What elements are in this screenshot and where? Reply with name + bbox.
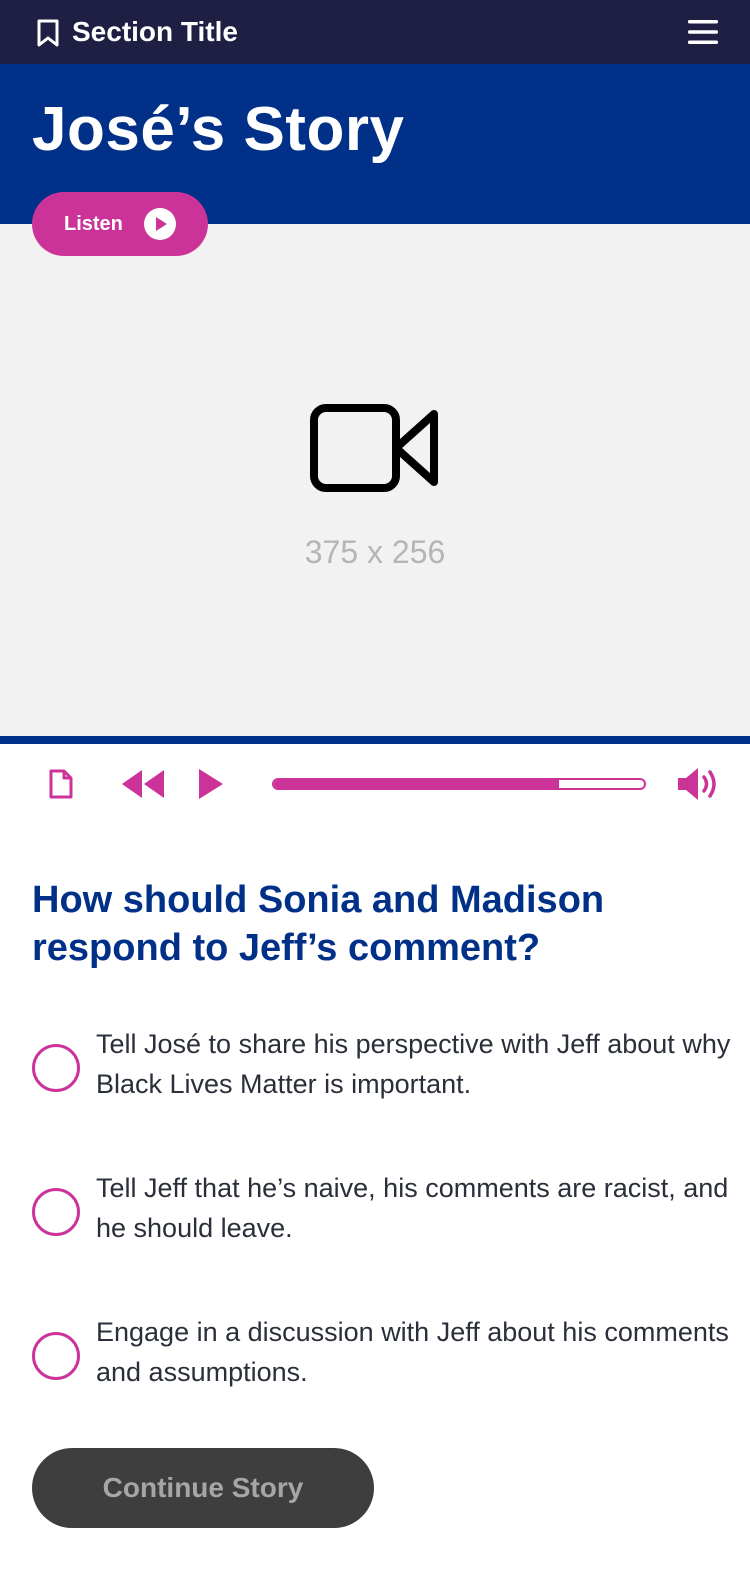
answer-option-label: Tell José to share his perspective with … [96,1029,731,1099]
section-title: Section Title [72,16,238,47]
radio-button[interactable] [32,1332,80,1380]
hamburger-menu-icon[interactable] [686,16,720,48]
volume-icon[interactable] [676,764,720,804]
audio-progress-bar[interactable] [272,778,646,790]
listen-button[interactable]: Listen [32,192,208,256]
video-size-label: 375 x 256 [304,534,446,570]
audio-progress-fill [274,780,559,788]
continue-story-label: Continue Story [102,1472,304,1503]
listen-label: Listen [64,213,123,235]
story-title: José’s Story [32,95,405,164]
video-divider [0,736,750,744]
answer-option-2[interactable]: Tell Jeff that he’s naive, his comments … [32,1168,732,1252]
radio-button[interactable] [32,1044,80,1092]
play-icon[interactable] [196,766,226,802]
document-icon[interactable] [48,768,74,800]
play-circle-icon [144,208,176,240]
question-heading: How should Sonia and Madison respond to … [32,879,605,969]
bookmark-icon[interactable] [34,18,62,48]
answer-option-1[interactable]: Tell José to share his perspective with … [32,1024,732,1108]
answer-option-label: Tell Jeff that he’s naive, his comments … [96,1173,729,1243]
continue-story-button[interactable]: Continue Story [32,1448,374,1528]
video-camera-icon [310,404,438,492]
rewind-icon[interactable] [120,768,168,800]
answer-option-3[interactable]: Engage in a discussion with Jeff about h… [32,1312,732,1396]
top-bar: Section Title [0,0,750,64]
answer-option-label: Engage in a discussion with Jeff about h… [96,1317,729,1387]
radio-button[interactable] [32,1188,80,1236]
